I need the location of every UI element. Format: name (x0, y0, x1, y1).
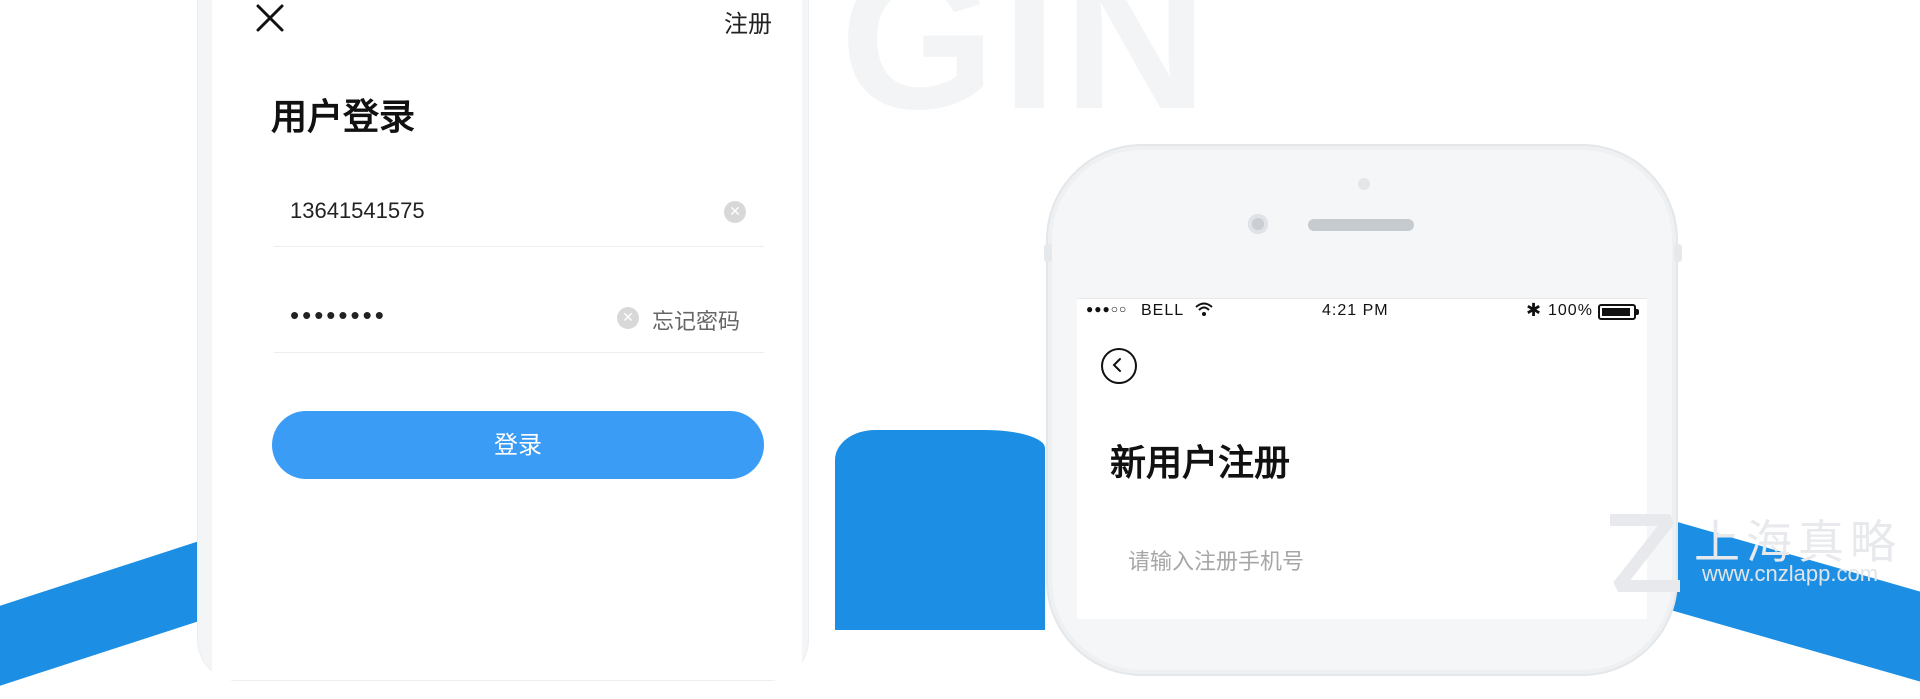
page-title: 用户登录 (271, 97, 416, 138)
back-button[interactable] (1101, 348, 1137, 384)
status-time: 4:21 PM (1322, 302, 1389, 319)
register-link[interactable]: 注册 (724, 4, 772, 39)
battery-icon (1598, 304, 1639, 320)
password-field[interactable]: •••••••• ✕ 忘记密码 (274, 292, 764, 353)
login-button[interactable]: 登录 (272, 411, 764, 479)
register-phone-input[interactable]: 请输入注册手机号 (1128, 544, 1304, 576)
wifi-icon (1194, 301, 1214, 322)
signal-icon: ●●●○○ (1086, 302, 1128, 316)
background-blue-block (835, 430, 1045, 630)
phone-field[interactable]: 13641541575 ✕ (274, 186, 764, 247)
brand-logo-icon (1600, 508, 1690, 602)
phone-speaker (1308, 219, 1414, 231)
forgot-password-link[interactable]: 忘记密码 (652, 304, 740, 336)
clear-icon[interactable]: ✕ (617, 307, 639, 329)
password-value: •••••••• (290, 300, 387, 330)
phone-side-button (1044, 244, 1052, 262)
brand-url: www.cnzlapp.com (1702, 561, 1879, 586)
close-icon[interactable] (254, 2, 286, 34)
phone-value: 13641541575 (290, 198, 425, 223)
chevron-left-icon (1112, 358, 1121, 372)
bluetooth-icon: ✱ (1526, 300, 1543, 320)
carrier-label: BELL (1141, 302, 1185, 319)
phone-camera (1248, 214, 1268, 234)
background-watermark-text: GIN (840, 0, 1214, 151)
register-title: 新用户注册 (1110, 443, 1291, 484)
clear-icon[interactable]: ✕ (724, 201, 746, 223)
phone-side-button (1674, 244, 1682, 262)
battery-percent: 100% (1548, 302, 1593, 319)
phone-sensor (1358, 178, 1370, 190)
status-bar: ●●●○○ BELL 4:21 PM ✱ 100% (1086, 300, 1642, 324)
